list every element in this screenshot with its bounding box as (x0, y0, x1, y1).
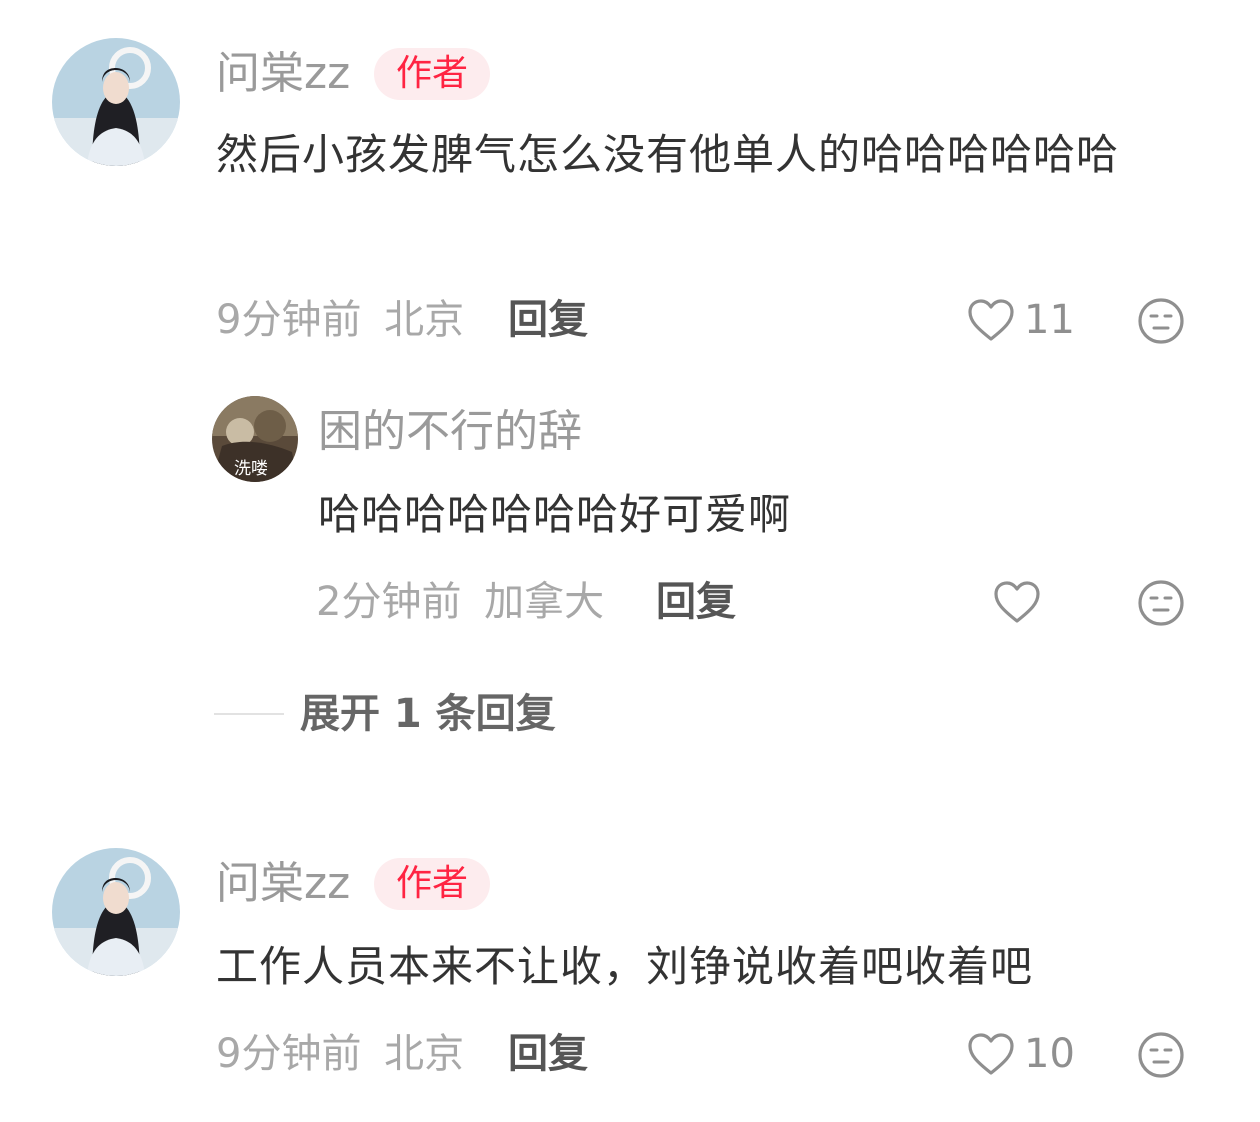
divider (214, 713, 284, 715)
like-button[interactable]: 10 (966, 1026, 1075, 1082)
author-badge: 作者 (374, 48, 491, 100)
comment-username[interactable]: 问棠zz (216, 48, 350, 100)
like-count: 10 (1024, 1031, 1075, 1077)
avatar[interactable] (52, 38, 180, 166)
reply-time-text: 2分钟前 (316, 579, 462, 625)
comment-time: 9分钟前 北京 (216, 1030, 464, 1078)
author-badge: 作者 (374, 858, 491, 910)
comment-time: 9分钟前 北京 (216, 296, 464, 344)
reply-content[interactable]: 哈哈哈哈哈哈哈好可爱啊 (318, 478, 1198, 552)
comment-time-text: 9分钟前 (216, 1031, 362, 1077)
emotion-button[interactable] (1136, 578, 1186, 628)
reply-time: 2分钟前 加拿大 (316, 578, 604, 626)
reply-username[interactable]: 困的不行的辞 (318, 406, 582, 458)
comment-location: 北京 (384, 1031, 465, 1077)
like-count: 11 (1024, 297, 1075, 343)
comment-location: 北京 (384, 297, 465, 343)
neutral-face-icon (1138, 1032, 1184, 1078)
heart-outline-icon (994, 581, 1040, 623)
heart-outline-icon (968, 299, 1014, 341)
avatar-text: 洗喽 (234, 459, 268, 479)
reply-button[interactable]: 回复 (508, 1030, 588, 1078)
heart-outline-icon (968, 1033, 1014, 1075)
avatar[interactable] (52, 848, 180, 976)
comment-content[interactable]: 然后小孩发脾气怎么没有他单人的哈哈哈哈哈哈 (216, 118, 1206, 192)
like-button[interactable] (992, 574, 1050, 630)
reply-button[interactable]: 回复 (508, 296, 588, 344)
comment-time-text: 9分钟前 (216, 297, 362, 343)
expand-replies-button[interactable]: 展开 1 条回复 (214, 690, 556, 738)
emotion-button[interactable] (1136, 296, 1186, 346)
neutral-face-icon (1138, 298, 1184, 344)
emotion-button[interactable] (1136, 1030, 1186, 1080)
comment-username[interactable]: 问棠zz (216, 858, 350, 910)
reply-button[interactable]: 回复 (656, 578, 736, 626)
like-button[interactable]: 11 (966, 292, 1075, 348)
reply-avatar[interactable]: 洗喽 (212, 396, 298, 482)
comment-content[interactable]: 工作人员本来不让收，刘铮说收着吧收着吧 (216, 930, 1206, 1004)
expand-replies-label: 展开 1 条回复 (300, 691, 556, 737)
neutral-face-icon (1138, 580, 1184, 626)
reply-location: 加拿大 (484, 579, 605, 625)
